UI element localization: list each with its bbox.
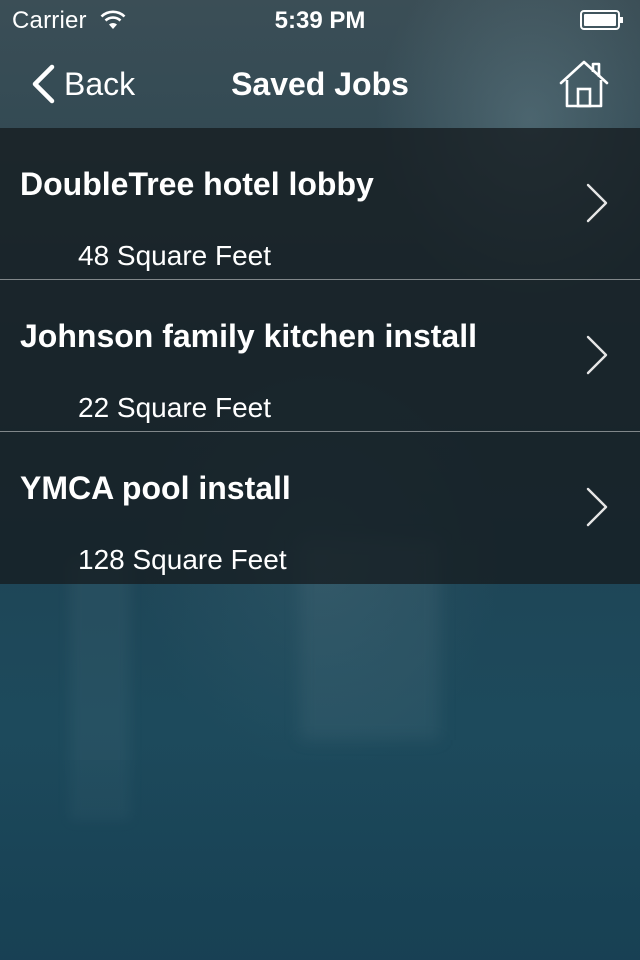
job-row-johnson[interactable]: Johnson family kitchen install 22 Square… [0, 280, 640, 432]
chevron-right-icon [586, 183, 608, 223]
job-title: YMCA pool install [20, 470, 291, 506]
job-size: 128 Square Feet [78, 544, 287, 575]
status-bar: Carrier 5:39 PM [0, 0, 640, 40]
chevron-right-icon [586, 335, 608, 375]
job-row-ymca[interactable]: YMCA pool install 128 Square Feet [0, 432, 640, 584]
chevron-right-icon [586, 487, 608, 527]
job-title: DoubleTree hotel lobby [20, 166, 374, 202]
home-icon[interactable] [558, 58, 610, 110]
battery-icon [580, 10, 623, 30]
job-size: 22 Square Feet [78, 392, 272, 423]
saved-jobs-list: DoubleTree hotel lobby 48 Square Feet Jo… [0, 128, 640, 584]
clock: 5:39 PM [274, 7, 366, 34]
navigation-bar: Back Saved Jobs [0, 40, 640, 128]
job-row-doubletree[interactable]: DoubleTree hotel lobby 48 Square Feet [0, 128, 640, 280]
job-size: 48 Square Feet [78, 240, 272, 271]
page-title: Saved Jobs [231, 66, 409, 102]
job-title: Johnson family kitchen install [20, 318, 477, 354]
background-floor [0, 760, 640, 960]
